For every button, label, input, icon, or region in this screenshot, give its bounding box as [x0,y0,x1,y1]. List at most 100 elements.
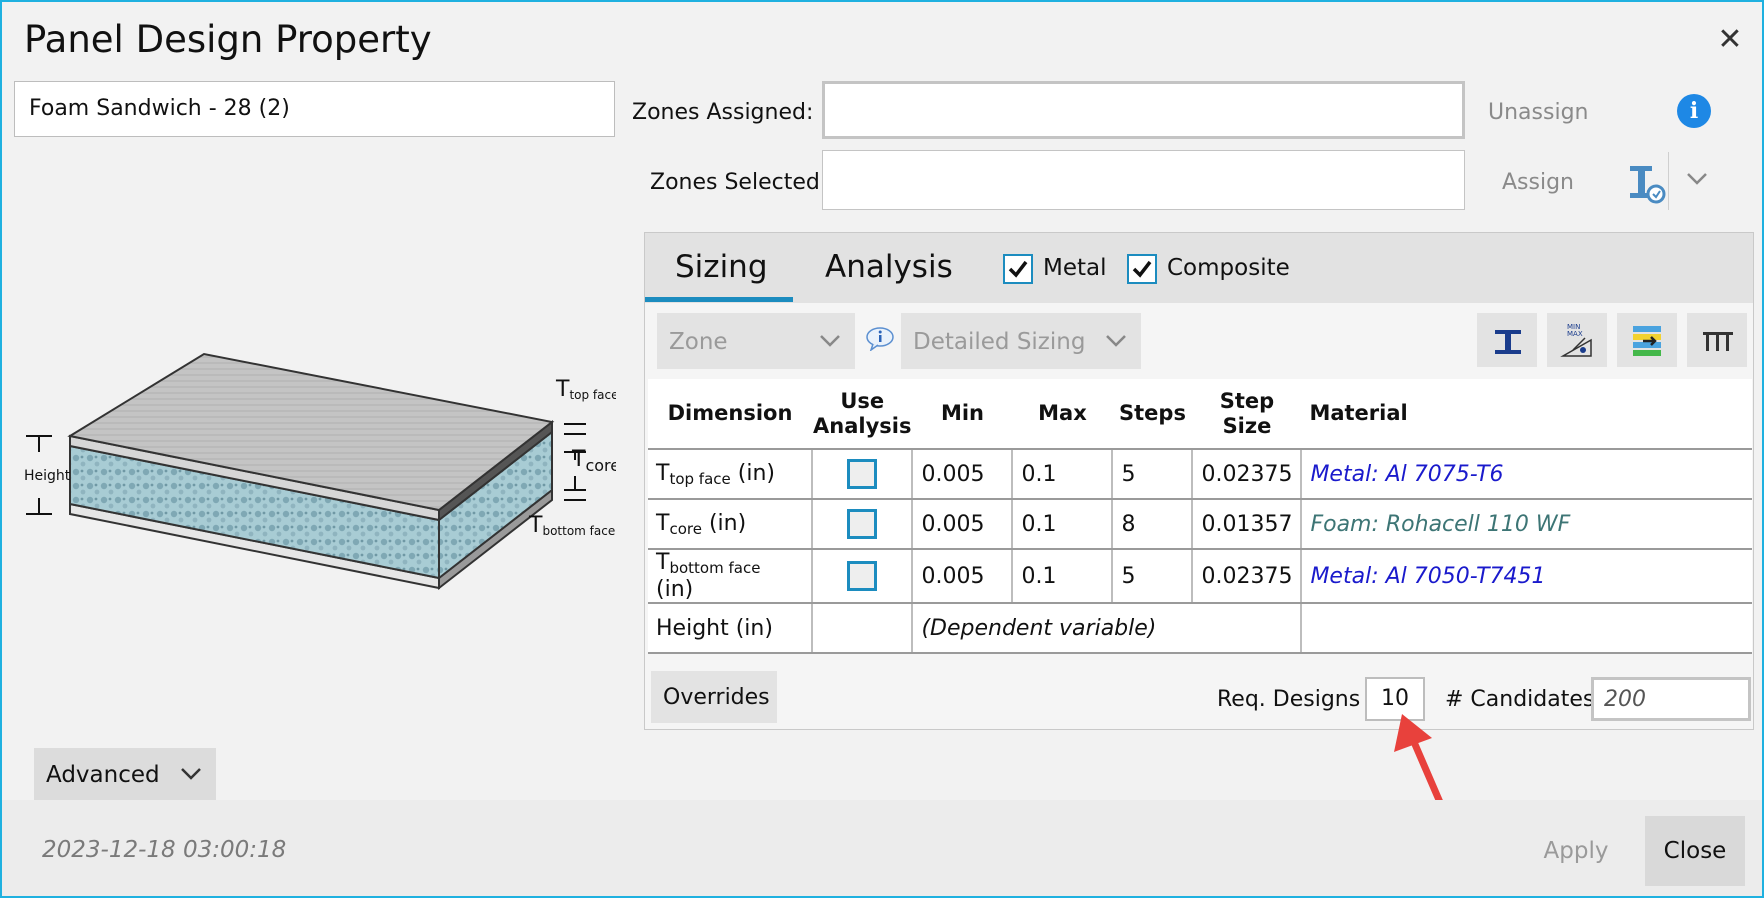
sizing-mode-dropdown[interactable]: Detailed Sizing [901,313,1141,369]
table-row[interactable]: Ttop face (in) 0.005 0.1 5 0.02375 Metal… [648,449,1752,500]
top-face-sub-label: top face [569,388,616,402]
header-dimension[interactable]: Dimension [648,379,812,450]
chevron-down-icon [820,335,840,347]
i-beam-button[interactable] [1477,313,1537,367]
height-label: Height [24,468,71,484]
dimension-subscript: bottom face [669,559,761,577]
dimension-t: T [656,460,670,486]
svg-text:Ttop face: Ttop face [555,377,616,402]
footer-bar: 2023-12-18 03:00:18 Apply Close [2,800,1762,896]
min-cell[interactable]: 0.005 [912,499,1014,550]
dependent-variable-note: (Dependent variable) [912,603,1303,654]
assign-button[interactable]: Assign [1502,170,1574,195]
unassign-button[interactable]: Unassign [1488,100,1588,125]
dimension-cell: Ttop face (in) [648,449,813,500]
tab-sizing[interactable]: Sizing [675,249,768,285]
property-name-field[interactable]: Foam Sandwich - 28 (2) [14,81,615,137]
info-icon[interactable]: i [1677,94,1711,128]
height-row: Height (in) (Dependent variable) [648,603,1752,654]
use-analysis-checkbox[interactable] [847,509,878,539]
max-cell[interactable]: 0.1 [1012,499,1114,550]
empty-cell [1301,603,1752,654]
dimension-subscript: top face [669,469,731,488]
metal-checkbox[interactable] [1003,254,1033,284]
use-analysis-checkbox[interactable] [847,459,878,489]
dimension-unit: (in) [737,460,775,486]
dimension-t: T [656,550,670,575]
svg-text:Tbottom face: Tbottom face [528,513,615,538]
top-face-t-label: T [555,377,570,402]
max-cell[interactable]: 0.1 [1012,549,1114,604]
zones-assigned-label: Zones Assigned: [632,100,814,125]
columns-button[interactable] [1687,313,1747,367]
table-row[interactable]: Tcore (in) 0.005 0.1 8 0.01357 Foam: Roh… [648,499,1752,550]
svg-text:MAX: MAX [1567,330,1583,338]
step-size-cell: 0.02375 [1192,449,1303,500]
min-max-icon: MIN MAX [1560,323,1592,357]
req-designs-label: Req. Designs [1217,687,1361,712]
dimension-cell: Tbottom face (in) [648,549,813,604]
tab-bar: Sizing Analysis Metal Composite [645,233,1753,303]
chevron-down-icon [1106,335,1126,347]
dimension-unit: (in) [708,510,747,536]
overrides-button[interactable]: Overrides [651,671,777,723]
columns-icon [1703,332,1733,351]
step-size-cell: 0.01357 [1192,499,1303,550]
use-analysis-cell [812,549,914,604]
dimension-subscript: core [669,519,702,538]
header-use-analysis[interactable]: Use Analysis [812,379,913,450]
header-max[interactable]: Max [1012,379,1113,450]
zones-assigned-input[interactable] [822,81,1465,139]
min-cell[interactable]: 0.005 [912,549,1014,604]
close-icon[interactable]: ✕ [1712,22,1748,58]
table-header-row: Dimension Use Analysis Min Max Steps Step… [648,379,1752,450]
material-link[interactable]: Metal: Al 7050-T7451 [1301,549,1752,604]
check-icon [1132,260,1152,278]
max-cell[interactable]: 0.1 [1012,449,1114,500]
use-analysis-cell [812,449,914,500]
header-steps[interactable]: Steps [1112,379,1193,450]
chevron-down-icon[interactable] [1684,166,1710,192]
core-sub-label: core [585,456,616,475]
bottom-face-sub-label: bottom face [542,524,615,538]
info-bubble-icon[interactable] [865,327,895,351]
sizing-table: Dimension Use Analysis Min Max Steps Step… [648,379,1752,654]
steps-cell[interactable]: 5 [1112,549,1194,604]
i-beam-icon [1495,330,1521,354]
active-tab-indicator [645,297,793,302]
header-step-size[interactable]: Step Size [1192,379,1302,450]
apply-button[interactable]: Apply [1526,816,1626,886]
header-step-size-line1: Step [1219,388,1275,413]
material-link[interactable]: Metal: Al 7075-T6 [1301,449,1752,500]
header-min[interactable]: Min [912,379,1013,450]
tab-analysis[interactable]: Analysis [825,249,953,285]
sizing-mode-dropdown-value: Detailed Sizing [913,329,1086,355]
zones-selected-input[interactable] [822,150,1465,210]
use-analysis-cell [812,499,914,550]
steps-cell[interactable]: 8 [1112,499,1194,550]
divider [1668,152,1669,210]
header-material[interactable]: Material [1301,379,1752,450]
composite-checkbox[interactable] [1127,254,1157,284]
chevron-down-icon [181,768,201,780]
steps-cell[interactable]: 5 [1112,449,1194,500]
step-size-cell: 0.02375 [1192,549,1303,604]
zone-dropdown[interactable]: Zone [657,313,855,369]
min-max-button[interactable]: MIN MAX [1547,313,1607,367]
empty-cell [812,603,914,654]
assign-tool-icon[interactable] [1628,162,1668,206]
use-analysis-checkbox[interactable] [847,561,878,591]
advanced-dropdown[interactable]: Advanced [34,748,216,802]
close-button[interactable]: Close [1645,816,1745,886]
panel-design-property-window: Panel Design Property ✕ Foam Sandwich - … [0,0,1764,898]
table-row[interactable]: Tbottom face (in) 0.005 0.1 5 0.02375 Me… [648,549,1752,604]
metal-label: Metal [1043,255,1107,281]
sizing-panel: Sizing Analysis Metal Composite Zone Det… [644,232,1754,730]
min-cell[interactable]: 0.005 [912,449,1014,500]
material-link[interactable]: Foam: Rohacell 110 WF [1301,499,1752,550]
zones-selected-label: Zones Selected: [650,170,828,195]
svg-text:Tcore: Tcore [571,447,616,475]
layers-button[interactable] [1617,313,1677,367]
header-step-size-line2: Size [1222,413,1272,438]
candidates-input[interactable]: 200 [1591,677,1751,721]
